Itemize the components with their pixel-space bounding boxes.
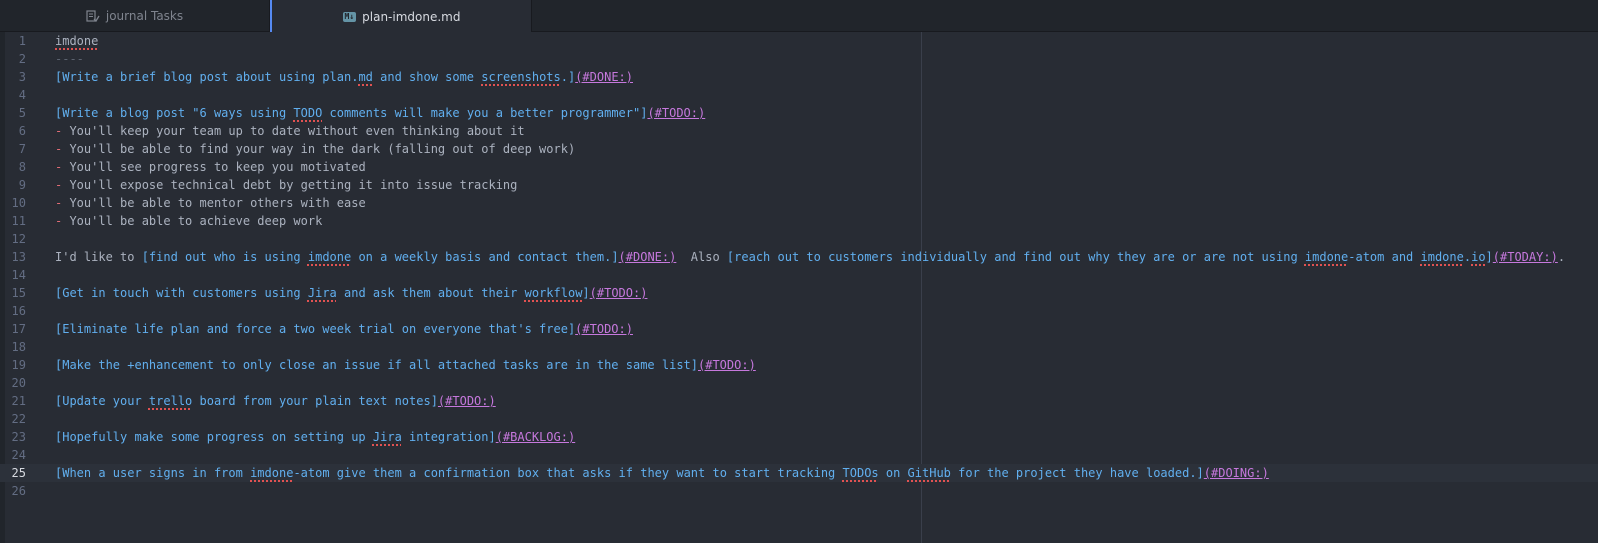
editor-line[interactable]: 19 [Make the +enhancement to only close a… [0,356,1598,374]
editor-line[interactable]: 23 [Hopefully make some progress on setti… [0,428,1598,446]
text-editor[interactable]: 1 imdone 2 ---- 3 [Write a brief blog post ab… [0,32,1598,543]
editor-line[interactable]: 13 I'd like to [find out who is using imd… [0,248,1598,266]
line-text: - You'll see progress to keep you motiva… [55,160,366,174]
line-text: [Hopefully make some progress on setting… [55,430,576,444]
line-number: 25 [11,466,26,480]
editor-line[interactable]: 15 [Get in touch with customers using Jir… [0,284,1598,302]
line-number: 16 [11,304,26,318]
line-text: imdone [55,34,99,48]
line-number: 20 [11,376,26,390]
editor-line[interactable]: 20 [0,374,1598,392]
line-text: - You'll be able to achieve deep work [55,214,323,228]
line-number: 7 [18,142,26,156]
line-text: [Eliminate life plan and force a two wee… [55,322,633,336]
editor-line[interactable]: 7 - You'll be able to find your way in th… [0,140,1598,158]
tab-plan-imdone-md[interactable]: M↓ plan-imdone.md [270,0,532,33]
line-number: 26 [11,484,26,498]
editor-line[interactable]: 8 - You'll see progress to keep you motiv… [0,158,1598,176]
line-text: [Update your trello board from your plai… [55,394,496,408]
editor-lines: 1 imdone 2 ---- 3 [Write a brief blog post ab… [0,32,1598,500]
line-number: 19 [11,358,26,372]
line-text: [When a user signs in from imdone-atom g… [55,466,1269,480]
tab-journal-tasks[interactable]: journal Tasks [0,0,270,32]
line-text: [Make the +enhancement to only close an … [55,358,756,372]
line-number: 22 [11,412,26,426]
editor-line[interactable]: 6 - You'll keep your team up to date with… [0,122,1598,140]
editor-line[interactable]: 11 - You'll be able to achieve deep work [0,212,1598,230]
tab-label: plan-imdone.md [362,9,461,24]
line-number: 17 [11,322,26,336]
line-text: - You'll keep your team up to date witho… [55,124,525,138]
line-number: 23 [11,430,26,444]
editor-line[interactable]: 5 [Write a blog post "6 ways using TODO c… [0,104,1598,122]
line-number: 9 [18,178,26,192]
line-number: 14 [11,268,26,282]
line-number: 6 [18,124,26,138]
line-number: 24 [11,448,26,462]
line-number: 3 [18,70,26,84]
editor-line[interactable]: 18 [0,338,1598,356]
line-number: 4 [18,88,26,102]
line-text: [Get in touch with customers using Jira … [55,286,648,300]
editor-line[interactable]: 24 [0,446,1598,464]
line-number: 15 [11,286,26,300]
editor-line[interactable]: 4 [0,86,1598,104]
line-number: 2 [18,52,26,66]
line-number: 8 [18,160,26,174]
editor-line[interactable]: 25 [When a user signs in from imdone-atom… [0,464,1598,482]
editor-line[interactable]: 12 [0,230,1598,248]
editor-line[interactable]: 14 [0,266,1598,284]
line-text: - You'll be able to mentor others with e… [55,196,366,210]
line-number: 13 [11,250,26,264]
markdown-icon: M↓ [342,11,357,22]
editor-line[interactable]: 3 [Write a brief blog post about using pl… [0,68,1598,86]
editor-line[interactable]: 9 - You'll expose technical debt by getti… [0,176,1598,194]
line-number: 18 [11,340,26,354]
editor-line[interactable]: 16 [0,302,1598,320]
line-number: 1 [18,34,26,48]
line-text: - You'll be able to find your way in the… [55,142,576,156]
editor-line[interactable]: 2 ---- [0,50,1598,68]
line-text: - You'll expose technical debt by gettin… [55,178,518,192]
tab-bar: journal Tasks M↓ plan-imdone.md [0,0,1598,33]
tab-label: journal Tasks [105,9,184,23]
markdown-badge: M↓ [342,11,357,22]
checklist-icon [86,10,100,22]
line-text: [Write a blog post "6 ways using TODO co… [55,106,706,120]
line-text: ---- [55,52,84,66]
line-number: 10 [11,196,26,210]
line-text: I'd like to [find out who is using imdon… [55,250,1566,264]
line-text: [Write a brief blog post about using pla… [55,70,633,84]
editor-line[interactable]: 22 [0,410,1598,428]
line-number: 11 [11,214,26,228]
editor-line[interactable]: 21 [Update your trello board from your pl… [0,392,1598,410]
line-number: 21 [11,394,26,408]
editor-line[interactable]: 26 [0,482,1598,500]
editor-line[interactable]: 17 [Eliminate life plan and force a two w… [0,320,1598,338]
editor-line[interactable]: 1 imdone [0,32,1598,50]
editor-line[interactable]: 10 - You'll be able to mentor others with… [0,194,1598,212]
line-number: 12 [11,232,26,246]
line-number: 5 [18,106,26,120]
